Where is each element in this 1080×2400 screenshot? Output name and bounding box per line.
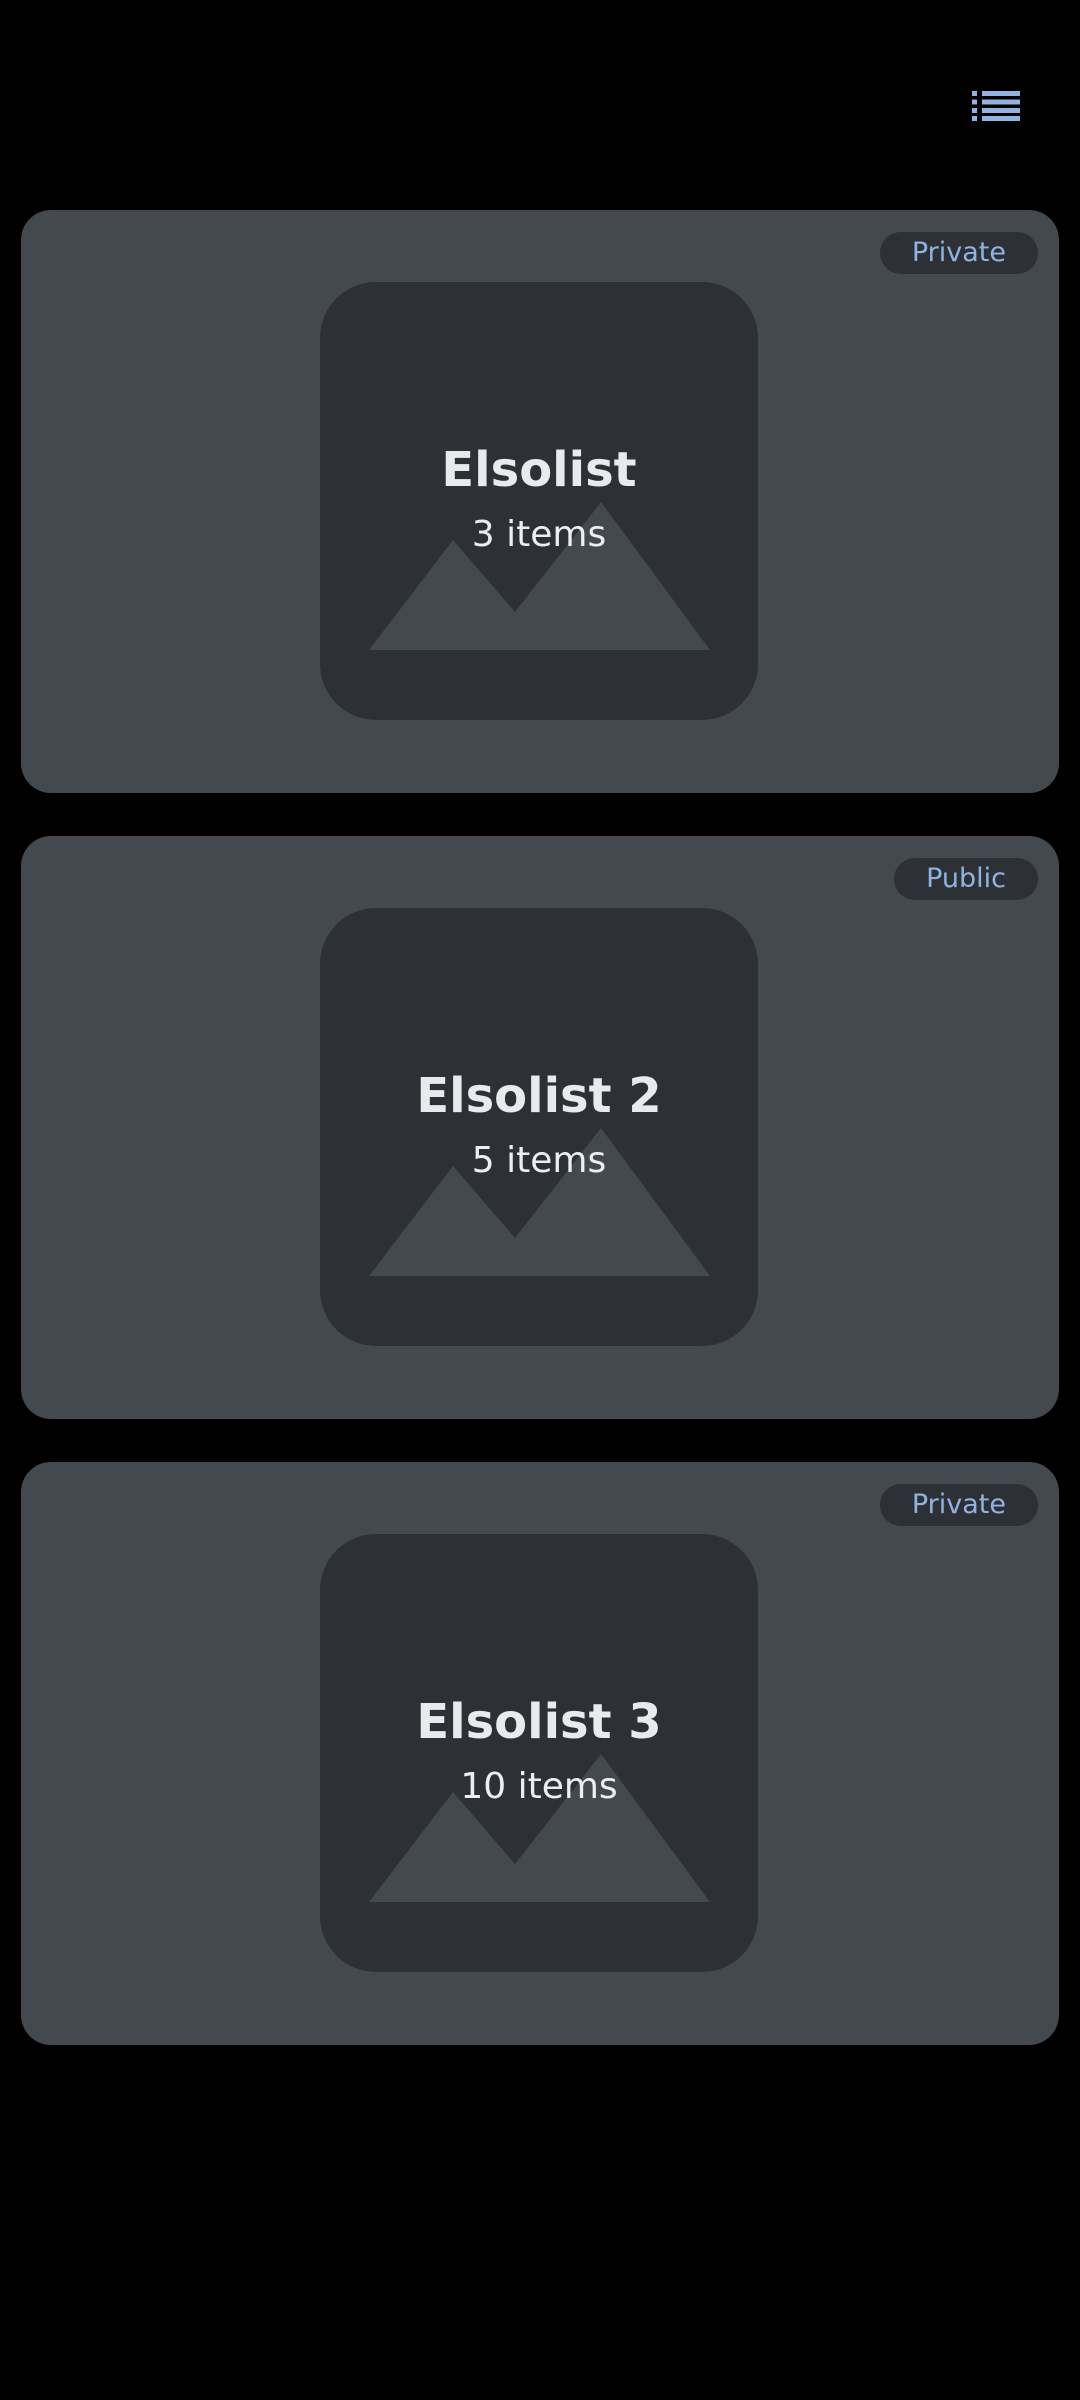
list-title: Elsolist 2 xyxy=(416,1068,662,1124)
visibility-badge: Public xyxy=(894,858,1038,900)
list-thumbnail: Elsolist 3 items xyxy=(320,282,758,720)
list-thumbnail: Elsolist 3 10 items xyxy=(320,1534,758,1972)
item-count: 5 items xyxy=(471,1140,607,1181)
list-card[interactable]: Private Elsolist 3 10 items xyxy=(21,1462,1059,2045)
visibility-badge: Private xyxy=(879,1484,1038,1526)
visibility-badge: Private xyxy=(879,232,1038,274)
list-title: Elsolist xyxy=(441,442,637,498)
list-view-button[interactable] xyxy=(966,84,1026,128)
top-bar xyxy=(0,0,1080,200)
item-count: 3 items xyxy=(471,514,607,555)
item-count: 10 items xyxy=(460,1766,618,1807)
list-card[interactable]: Public Elsolist 2 5 items xyxy=(21,836,1059,1419)
list-card[interactable]: Private Elsolist 3 items xyxy=(21,210,1059,793)
list-title: Elsolist 3 xyxy=(416,1694,662,1750)
list-icon xyxy=(972,91,1020,121)
list-thumbnail: Elsolist 2 5 items xyxy=(320,908,758,1346)
